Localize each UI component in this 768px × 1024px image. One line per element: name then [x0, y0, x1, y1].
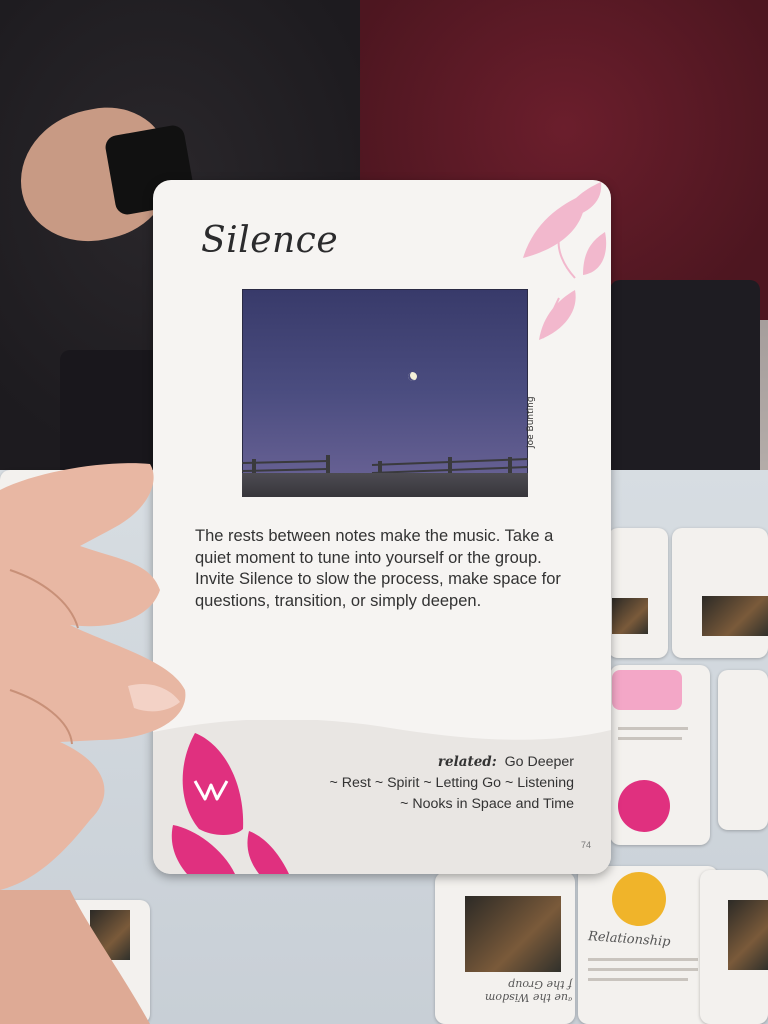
table-card-text-line	[618, 727, 688, 730]
crescent-moon-icon	[408, 372, 417, 381]
related-item: Go Deeper	[504, 754, 574, 770]
related-label: related:	[437, 754, 497, 770]
card-description: The rests between notes make the music. …	[195, 527, 561, 610]
table-card: ᵃue the Wisdom f the Group	[435, 872, 575, 1024]
table-card-title: Relationship	[587, 929, 671, 950]
table-card-text-line	[588, 968, 698, 971]
table-card-title: ᵃue the Wisdom f the Group	[485, 978, 573, 1004]
holding-hand	[0, 463, 186, 1024]
table-card-photo	[612, 598, 648, 634]
card-title: Silence	[201, 220, 339, 261]
table-card-text-line	[618, 737, 682, 740]
table-card-photo	[702, 596, 768, 636]
table-card	[700, 870, 768, 1024]
photo-credit: Joe Bunting	[526, 396, 536, 448]
table-card	[608, 528, 668, 658]
silence-card: Silence Joe Bunting The rests between no…	[153, 180, 611, 874]
table-card-symbol	[618, 780, 670, 832]
table-card-photo	[465, 896, 561, 972]
table-card-text-line	[588, 958, 698, 961]
ground-silhouette	[242, 473, 528, 497]
page-number: 74	[580, 840, 591, 850]
table-card: Relationship	[578, 866, 718, 1024]
person-right-legs	[610, 280, 760, 500]
table-card-rings	[612, 872, 666, 926]
table-card	[610, 665, 710, 845]
table-card-text-line	[588, 978, 688, 981]
photo-scene: ᵃue the Wisdom f the Group Relationship	[0, 0, 768, 1024]
table-card-leaf	[612, 670, 682, 710]
card-photo-night-sky	[242, 289, 528, 497]
table-card-photo	[728, 900, 768, 970]
table-card	[718, 670, 768, 830]
table-card	[672, 528, 768, 658]
